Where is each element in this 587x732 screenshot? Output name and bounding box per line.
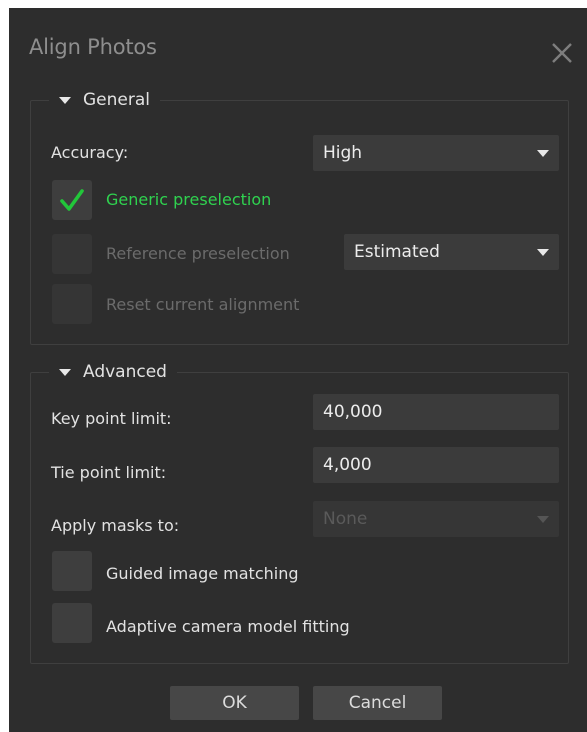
- tie-point-limit-value: 4,000: [323, 455, 372, 475]
- reference-preselection-mode-value: Estimated: [354, 242, 440, 262]
- key-point-limit-value: 40,000: [323, 402, 383, 422]
- accuracy-value: High: [323, 143, 363, 163]
- reset-alignment-label: Reset current alignment: [106, 295, 300, 314]
- checkmark-icon: [60, 189, 84, 211]
- adaptive-fitting-label[interactable]: Adaptive camera model fitting: [106, 617, 350, 636]
- reference-preselection-checkbox[interactable]: [52, 234, 92, 274]
- triangle-down-icon: [59, 368, 71, 376]
- apply-masks-select[interactable]: None: [313, 501, 559, 537]
- tie-point-limit-label: Tie point limit:: [51, 463, 167, 482]
- guided-matching-checkbox[interactable]: [52, 551, 92, 591]
- adaptive-fitting-checkbox[interactable]: [52, 603, 92, 643]
- chevron-down-icon: [537, 150, 549, 157]
- reference-preselection-mode-select[interactable]: Estimated: [344, 234, 559, 270]
- key-point-limit-input[interactable]: 40,000: [313, 394, 559, 430]
- reset-alignment-checkbox[interactable]: [52, 284, 92, 324]
- generic-preselection-label[interactable]: Generic preselection: [106, 190, 271, 209]
- accuracy-label: Accuracy:: [51, 143, 129, 162]
- close-icon[interactable]: [547, 38, 577, 68]
- guided-matching-label[interactable]: Guided image matching: [106, 564, 299, 583]
- reference-preselection-label: Reference preselection: [106, 244, 290, 263]
- cancel-button[interactable]: Cancel: [313, 686, 442, 720]
- generic-preselection-checkbox[interactable]: [52, 180, 92, 220]
- align-photos-dialog: Align Photos General Accuracy: High Gene…: [9, 8, 587, 732]
- tie-point-limit-input[interactable]: 4,000: [313, 447, 559, 483]
- triangle-down-icon: [59, 96, 71, 104]
- apply-masks-label: Apply masks to:: [51, 516, 180, 535]
- general-group-header[interactable]: General: [49, 89, 160, 111]
- dialog-title: Align Photos: [29, 35, 157, 59]
- chevron-down-icon: [537, 516, 549, 523]
- advanced-group-header[interactable]: Advanced: [49, 361, 177, 383]
- advanced-header-label: Advanced: [83, 362, 167, 382]
- key-point-limit-label: Key point limit:: [51, 409, 172, 428]
- apply-masks-value: None: [323, 509, 368, 529]
- ok-button[interactable]: OK: [170, 686, 299, 720]
- accuracy-select[interactable]: High: [313, 135, 559, 171]
- general-header-label: General: [83, 90, 150, 110]
- chevron-down-icon: [537, 249, 549, 256]
